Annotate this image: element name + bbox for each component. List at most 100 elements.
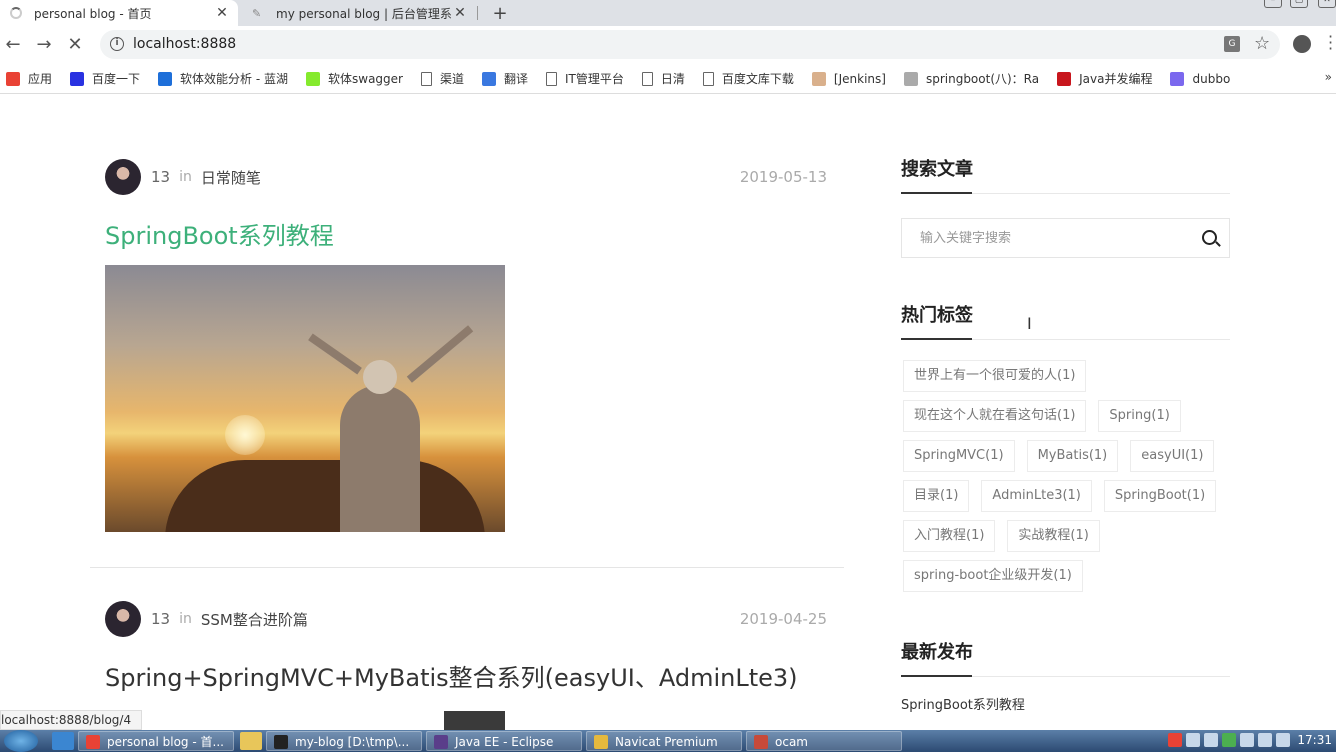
tag-chip[interactable]: 目录(1) (903, 480, 970, 512)
bookmark-item[interactable]: 日清 (641, 70, 685, 87)
pin-icon: ✎ (252, 6, 262, 20)
bookmark-label: Java并发编程 (1079, 72, 1153, 86)
bookmark-item[interactable]: 软体swagger (306, 70, 403, 87)
taskbar-item[interactable]: my-blog [D:\tmp\... (266, 731, 422, 751)
tag-chip[interactable]: AdminLte3(1) (981, 480, 1092, 512)
bookmark-label: 应用 (28, 72, 53, 86)
bookmark-item[interactable]: 应用 (6, 70, 52, 87)
bookmark-item[interactable]: 翻译 (482, 70, 528, 87)
bookmark-item[interactable]: 渠道 (420, 70, 464, 87)
minimize-window-icon[interactable]: – (1264, 0, 1282, 8)
author-avatar[interactable] (105, 159, 141, 195)
back-icon[interactable]: ← (2, 33, 24, 55)
bluetooth-icon[interactable] (1240, 733, 1254, 747)
post-title[interactable]: Spring+SpringMVC+MyBatis整合系列(easyUI、Admi… (105, 663, 827, 693)
help-icon[interactable] (1186, 733, 1200, 747)
post-cover-image[interactable] (105, 265, 505, 532)
translate-icon[interactable]: G (1224, 36, 1240, 52)
taskbar-item[interactable]: ocam (746, 731, 902, 751)
tag-chip[interactable]: SpringMVC(1) (903, 440, 1015, 472)
post-card: 13 in SSM整合进阶篇 2019-04-25 Spring+SpringM… (105, 601, 827, 693)
category-link[interactable]: SSM整合进阶篇 (201, 609, 308, 630)
stop-loading-icon[interactable]: ✕ (64, 33, 86, 55)
post-meta: 13 in SSM整合进阶篇 2019-04-25 (105, 601, 827, 637)
tag-chip[interactable]: spring-boot企业级开发(1) (903, 560, 1083, 592)
blog-icon (903, 71, 918, 86)
tag-chip[interactable]: Spring(1) (1098, 400, 1181, 432)
start-button-icon[interactable] (4, 730, 38, 752)
tag-chip[interactable]: MyBatis(1) (1026, 440, 1119, 472)
tag-chip[interactable]: 世界上有一个很可爱的人(1) (903, 360, 1087, 392)
bookmark-item[interactable]: Java并发编程 (1057, 70, 1152, 87)
tag-cloud: 世界上有一个很可爱的人(1) 现在这个人就在看这句话(1) Spring(1) Spr… (901, 360, 1230, 600)
apps-icon (6, 71, 20, 86)
close-tab-icon[interactable]: ✕ (214, 5, 230, 21)
address-url[interactable]: localhost:8888 (133, 36, 236, 52)
sogou-icon[interactable] (1168, 733, 1182, 747)
post-date: 2019-05-13 (739, 168, 827, 186)
category-link[interactable]: 日常随笔 (201, 167, 261, 188)
tab-admin-panel[interactable]: ✎ my personal blog | 后台管理系统 ✕ (240, 0, 476, 26)
bookmark-label: 软体swagger (328, 72, 403, 86)
post-title[interactable]: SpringBoot系列教程 (105, 221, 827, 251)
profile-icon[interactable] (1293, 35, 1311, 53)
tab-personal-blog[interactable]: personal blog - 首页 ✕ (0, 0, 238, 26)
forward-icon[interactable]: → (33, 33, 55, 55)
post-meta: 13 in 日常随笔 2019-05-13 (105, 159, 827, 195)
search-icon[interactable] (1202, 230, 1217, 245)
wechat-icon[interactable] (1222, 733, 1236, 747)
navicat-icon (594, 735, 608, 749)
author-avatar[interactable] (105, 601, 141, 637)
raised-arm-left (308, 333, 362, 375)
intellij-icon (274, 735, 288, 749)
raised-arm-right (406, 325, 474, 383)
author-name[interactable]: 13 (151, 168, 170, 186)
new-tab-button[interactable]: + (490, 0, 510, 26)
taskbar-item[interactable]: personal blog - 首... (78, 731, 234, 751)
chrome-icon (86, 735, 100, 749)
page-icon (702, 71, 714, 86)
bookmark-item[interactable]: 百度一下 (70, 70, 140, 87)
latest-post-link[interactable]: SpringBoot系列教程 (901, 694, 1230, 713)
search-input[interactable] (920, 219, 1200, 257)
bookmarks-overflow-icon[interactable]: » (1325, 70, 1332, 84)
close-window-icon[interactable]: ✕ (1318, 0, 1336, 8)
csdn-icon (1057, 71, 1072, 86)
close-tab-icon[interactable]: ✕ (452, 5, 468, 21)
taskbar-item[interactable]: Navicat Premium (586, 731, 742, 751)
network-icon[interactable] (1204, 733, 1218, 747)
site-info-icon[interactable]: i (110, 37, 124, 51)
tag-chip[interactable]: 现在这个人就在看这句话(1) (903, 400, 1087, 432)
bookmark-item[interactable]: IT管理平台 (546, 70, 624, 87)
ie-icon[interactable] (52, 732, 74, 750)
author-name[interactable]: 13 (151, 610, 170, 628)
widget-title: 最新发布 (901, 638, 1230, 677)
volume-icon[interactable] (1276, 733, 1290, 747)
bookmark-item[interactable]: [Jenkins] (811, 71, 886, 86)
tag-chip[interactable]: 实战教程(1) (1007, 520, 1100, 552)
bookmark-item[interactable]: 软体效能分析 - 蓝湖 (158, 70, 288, 87)
taskbar-item[interactable]: Java EE - Eclipse (426, 731, 582, 751)
widget-title: 热门标签 (901, 301, 1230, 340)
bookmark-label: 百度文库下载 (721, 72, 794, 86)
person-head (363, 360, 397, 394)
restore-window-icon[interactable]: ▢ (1290, 0, 1308, 8)
bookmark-item[interactable]: 百度文库下载 (702, 70, 794, 87)
menu-kebab-icon[interactable]: · · · (1328, 29, 1333, 57)
tag-chip[interactable]: 入门教程(1) (903, 520, 996, 552)
bookmarks-bar: 应用 百度一下 软体效能分析 - 蓝湖 软体swagger 渠道 翻译 IT管理平台 日清 百度… (0, 64, 1336, 94)
page-icon (641, 71, 653, 86)
security-icon[interactable] (1258, 733, 1272, 747)
car-roof (165, 460, 485, 532)
taskbar-item-label: Navicat Premium (615, 735, 718, 749)
tag-chip[interactable]: SpringBoot(1) (1103, 480, 1217, 512)
bookmark-star-icon[interactable]: ☆ (1254, 33, 1270, 54)
bookmark-item[interactable]: springboot(八)：Ra (903, 70, 1039, 87)
sun (225, 415, 265, 455)
folder-icon[interactable] (240, 732, 262, 750)
address-bar[interactable]: i localhost:8888 G ☆ (100, 30, 1280, 59)
windows-taskbar: personal blog - 首... my-blog [D:\tmp\...… (0, 730, 1336, 752)
bookmark-item[interactable]: dubbo (1170, 71, 1230, 86)
tag-chip[interactable]: easyUI(1) (1130, 440, 1215, 472)
dubbo-icon (1170, 71, 1185, 86)
